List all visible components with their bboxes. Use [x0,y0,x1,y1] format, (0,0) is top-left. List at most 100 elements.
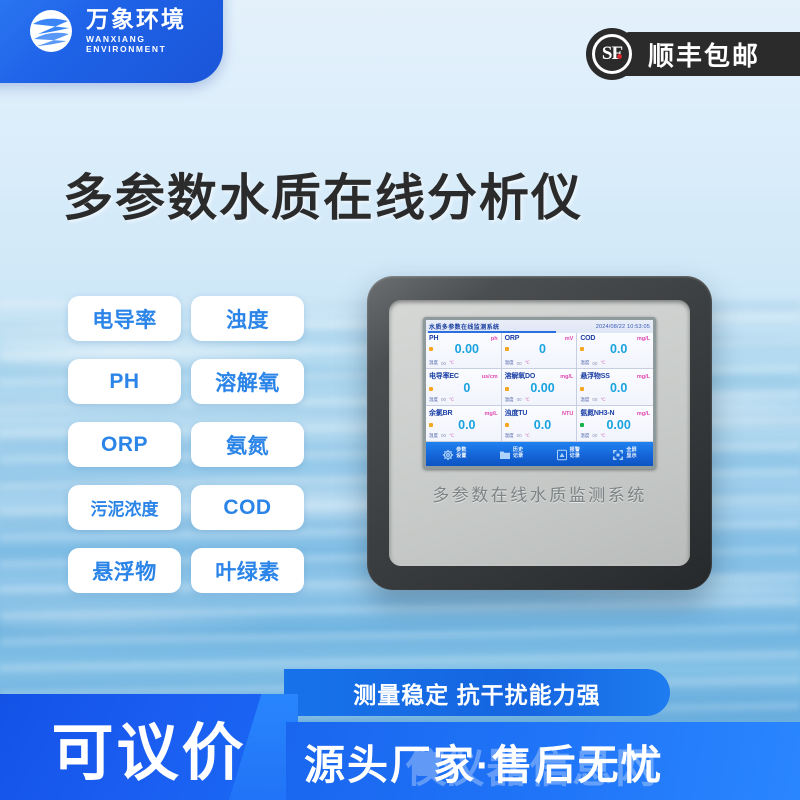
lcd-toolbar: 参数 设置 历史 记录 报警 记录 全屏 显示 [426,442,653,466]
price-banner: 可议价 [0,694,298,800]
brand-badge: 万象环境 WANXIANG ENVIRONMENT [0,0,223,83]
brand-logo-icon [28,8,74,54]
temperature-unit: ℃ [524,396,530,402]
measurement-unit: ph [490,336,498,342]
sf-logo-dot [617,54,622,59]
toolbar-label-line2: 记录 [569,453,581,459]
feature-tag: 氨氮 [191,422,304,467]
status-led-icon [580,347,585,352]
temperature-unit: ℃ [449,360,455,366]
temperature-value: 00 [441,433,447,439]
temperature-label: 温度 [429,396,438,402]
status-led-icon [429,386,433,391]
measurement-unit: mg/L [636,374,650,381]
lcd-title-bar: 水质多参数在线监测系统 2024/08/22 10:53:05 [426,320,653,333]
fullscreen-icon [612,448,624,460]
sf-logo-icon: SF [586,28,638,80]
toolbar-label-line2: 记录 [512,453,524,459]
temperature-unit: ℃ [524,432,530,438]
lcd-bezel: 水质多参数在线监测系统 2024/08/22 10:53:05 PH ph 0.00… [423,317,656,469]
temperature-value: 00 [516,433,522,439]
analyzer-device: 水质多参数在线监测系统 2024/08/22 10:53:05 PH ph 0.00… [367,276,712,590]
measurement-unit: mg/L [636,410,650,417]
temperature-unit: ℃ [449,396,455,402]
measurement-cell[interactable]: 溶解氧DO mg/L 0.00 温度 00 ℃ [501,369,578,406]
temperature-value: 00 [592,433,598,439]
measurement-value: 0 [539,342,546,356]
toolbar-button-label: 报警 记录 [569,447,581,460]
measurement-value: 0.0 [533,417,552,432]
status-led-icon [580,422,585,427]
status-led-icon [580,386,585,391]
measurement-name: 浊度TU [504,409,528,417]
measurement-value: 0.0 [609,342,628,356]
product-advertisement-page: 万象环境 WANXIANG ENVIRONMENT SF 顺丰包邮 多参数水质在… [0,0,800,800]
toolbar-button-label: 全屏 显示 [626,447,637,460]
measurement-value: 0.00 [454,342,479,356]
temperature-unit: ℃ [524,360,530,366]
feature-tag: 污泥浓度 [68,485,181,530]
temperature-unit: ℃ [600,432,606,438]
measurement-name: 氨氮NH3-N [580,409,615,417]
price-banner-text: 可议价 [51,719,247,788]
feature-tag: 悬浮物 [68,548,181,593]
toolbar-button[interactable]: 参数 设置 [442,447,467,461]
temperature-label: 温度 [580,432,590,438]
temperature-label: 温度 [429,360,438,366]
feature-tag: 溶解氧 [191,359,304,404]
measurement-value: 0.0 [458,417,476,432]
shipping-badge: SF 顺丰包邮 [586,28,800,80]
temperature-unit: ℃ [600,396,606,402]
measurement-cell[interactable]: COD mg/L 0.0 温度 00 ℃ [577,333,653,370]
toolbar-button[interactable]: 报警 记录 [556,447,581,461]
factory-banner: 源头厂家·售后无忧 仪 仪器信息网 www.instrument.com.cn [286,722,800,800]
measurement-name: 电导率EC [429,373,459,381]
feature-tag: 叶绿素 [191,548,304,593]
toolbar-button-label: 历史 记录 [512,447,524,460]
factory-banner-text: 源头厂家·售后无忧 [304,742,664,788]
status-led-icon [429,347,433,352]
feature-tag: COD [191,485,304,530]
measurement-value: 0 [463,381,471,396]
device-front-panel: 水质多参数在线监测系统 2024/08/22 10:53:05 PH ph 0.00… [389,300,690,566]
status-led-icon [504,347,509,352]
measurement-unit: mV [564,336,574,342]
measurement-name: ORP [504,335,520,342]
temperature-label: 温度 [580,396,590,402]
measurement-value: 0.00 [606,417,631,432]
measurement-cell[interactable]: PH ph 0.00 温度 00 ℃ [426,333,502,370]
temperature-label: 温度 [504,396,514,402]
measurement-unit: mg/L [484,410,498,417]
temperature-value: 00 [592,397,598,403]
measurement-name: 余氯BR [429,409,453,417]
folder-icon [499,448,511,460]
status-led-icon [504,386,509,391]
measurement-cell[interactable]: 氨氮NH3-N mg/L 0.00 温度 00 ℃ [577,405,653,442]
temperature-label: 温度 [580,360,590,366]
measurement-cell[interactable]: 悬浮物SS mg/L 0.0 温度 00 ℃ [577,369,653,406]
temperature-value: 00 [441,360,447,366]
measurement-unit: mg/L [560,374,574,381]
slogan-text: 测量稳定 抗干扰能力强 [353,681,601,708]
feature-tag: 电导率 [68,296,181,341]
brand-name-en: WANXIANG ENVIRONMENT [86,34,167,55]
device-front-label: 多参数在线水质监测系统 [432,486,647,505]
measurement-cell[interactable]: 浊度TU NTU 0.0 温度 00 ℃ [501,405,578,442]
status-led-icon [504,422,509,427]
measurement-value: 0.00 [530,381,555,396]
lcd-screen[interactable]: 水质多参数在线监测系统 2024/08/22 10:53:05 PH ph 0.00… [426,320,653,466]
gear-icon [442,448,454,461]
measurement-cell[interactable]: ORP mV 0 温度 00 ℃ [501,333,578,370]
toolbar-label-line2: 显示 [626,453,637,459]
toolbar-label-line2: 设置 [456,453,467,459]
toolbar-button[interactable]: 历史 记录 [499,447,524,460]
measurement-name: COD [580,335,596,342]
temperature-value: 00 [516,397,522,403]
measurement-unit: NTU [562,410,574,417]
measurement-name: 溶解氧DO [504,373,536,381]
measurement-cell[interactable]: 电导率EC us/cm 0 温度 00 ℃ [426,369,502,406]
page-title: 多参数水质在线分析仪 [63,170,583,226]
measurement-name: PH [429,335,439,342]
toolbar-button[interactable]: 全屏 显示 [612,447,637,460]
measurement-cell[interactable]: 余氯BR mg/L 0.0 温度 00 ℃ [426,405,502,442]
